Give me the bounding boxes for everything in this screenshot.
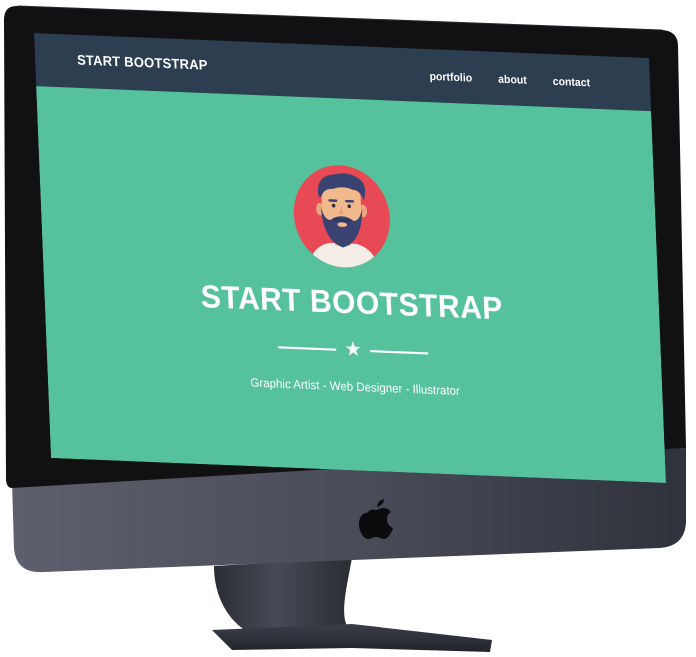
website-screen: START BOOTSTRAP portfolio about contact bbox=[34, 33, 666, 483]
hero-subtitle: Graphic Artist - Web Designer - Illustra… bbox=[250, 376, 461, 399]
stand-neck bbox=[214, 558, 352, 636]
hero-title: START BOOTSTRAP bbox=[200, 279, 504, 327]
bearded-man-avatar-icon bbox=[293, 165, 390, 270]
star-icon: ★ bbox=[344, 338, 363, 362]
stand-base bbox=[212, 624, 492, 652]
nav-link-portfolio[interactable]: portfolio bbox=[429, 70, 472, 84]
imac-mockup: START BOOTSTRAP portfolio about contact bbox=[0, 0, 696, 657]
nav-link-about[interactable]: about bbox=[498, 73, 527, 87]
divider-line-right bbox=[370, 350, 429, 355]
divider-line-left bbox=[278, 346, 337, 351]
star-divider: ★ bbox=[278, 336, 429, 365]
hero-section: START BOOTSTRAP ★ Graphic Artist - Web D… bbox=[36, 86, 666, 483]
nav-link-contact[interactable]: contact bbox=[553, 75, 591, 89]
nav-links: portfolio about contact bbox=[429, 70, 590, 89]
navbar-brand[interactable]: START BOOTSTRAP bbox=[77, 52, 208, 73]
